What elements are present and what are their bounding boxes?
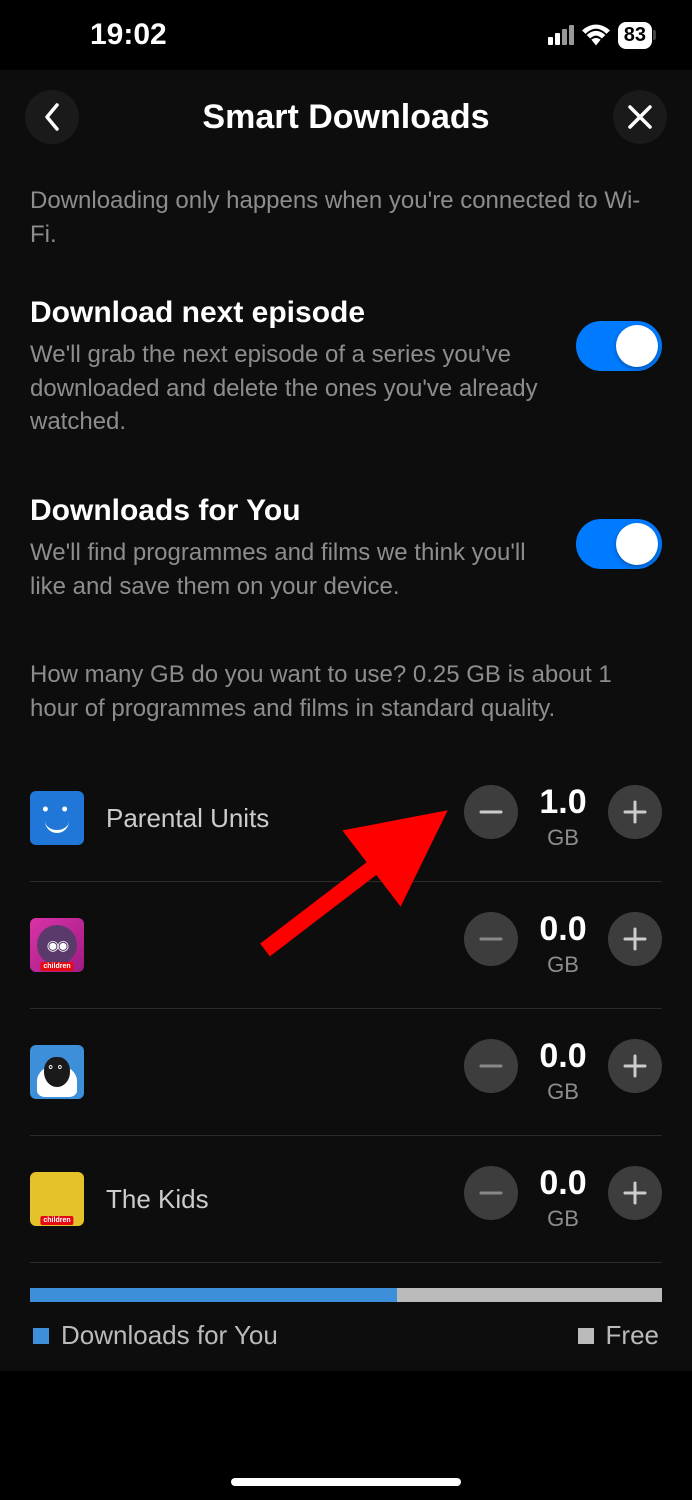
profile-name: Parental Units xyxy=(106,803,464,834)
minus-icon xyxy=(476,1178,506,1208)
storage-unit: GB xyxy=(547,1079,579,1105)
profile-row: children 0.0 GB xyxy=(30,882,662,1009)
storage-legend: Downloads for You Free xyxy=(30,1320,662,1351)
profile-avatar xyxy=(30,791,84,845)
legend-downloads-label: Downloads for You xyxy=(61,1320,278,1351)
status-bar: 19:02 83 xyxy=(0,0,692,70)
storage-unit: GB xyxy=(547,952,579,978)
next-episode-title: Download next episode xyxy=(30,296,546,330)
wifi-icon xyxy=(582,24,610,46)
status-icons: 83 xyxy=(548,22,652,49)
decrease-button[interactable] xyxy=(464,785,518,839)
storage-unit: GB xyxy=(547,1206,579,1232)
storage-used-segment xyxy=(30,1288,397,1302)
downloads-for-you-section: Downloads for You We'll find programmes … xyxy=(30,494,662,603)
battery-indicator: 83 xyxy=(618,22,652,49)
for-you-desc: We'll find programmes and films we think… xyxy=(30,536,546,603)
close-icon xyxy=(627,104,653,130)
plus-icon xyxy=(620,1178,650,1208)
profile-avatar xyxy=(30,1045,84,1099)
back-button[interactable] xyxy=(25,90,79,144)
storage-progress-bar xyxy=(30,1288,662,1302)
legend-downloads: Downloads for You xyxy=(33,1320,278,1351)
minus-icon xyxy=(476,924,506,954)
storage-value: 0.0 xyxy=(539,1166,586,1200)
decrease-button[interactable] xyxy=(464,1166,518,1220)
legend-free-label: Free xyxy=(606,1320,659,1351)
page-header: Smart Downloads xyxy=(0,70,692,164)
profile-avatar: children xyxy=(30,918,84,972)
increase-button[interactable] xyxy=(608,1166,662,1220)
status-time: 19:02 xyxy=(90,18,167,52)
next-episode-toggle[interactable] xyxy=(576,321,662,371)
profile-name: The Kids xyxy=(106,1184,464,1215)
increase-button[interactable] xyxy=(608,912,662,966)
decrease-button[interactable] xyxy=(464,912,518,966)
storage-value: 0.0 xyxy=(539,1039,586,1073)
plus-icon xyxy=(620,1051,650,1081)
next-episode-desc: We'll grab the next episode of a series … xyxy=(30,338,546,439)
legend-swatch-blue xyxy=(33,1328,49,1344)
storage-stepper: 0.0 GB xyxy=(464,1039,662,1105)
plus-icon xyxy=(620,797,650,827)
profile-row: children The Kids 0.0 GB xyxy=(30,1136,662,1263)
increase-button[interactable] xyxy=(608,1039,662,1093)
storage-bar-container: Downloads for You Free xyxy=(30,1288,662,1351)
legend-swatch-gray xyxy=(578,1328,594,1344)
page-title: Smart Downloads xyxy=(202,98,489,137)
for-you-title: Downloads for You xyxy=(30,494,546,528)
content-area: Downloading only happens when you're con… xyxy=(0,164,692,1371)
home-indicator[interactable] xyxy=(231,1478,461,1486)
storage-stepper: 0.0 GB xyxy=(464,912,662,978)
wifi-info-text: Downloading only happens when you're con… xyxy=(30,184,662,251)
download-next-episode-section: Download next episode We'll grab the nex… xyxy=(30,296,662,439)
profile-row: 0.0 GB xyxy=(30,1009,662,1136)
chevron-left-icon xyxy=(42,102,62,132)
storage-stepper: 1.0 GB xyxy=(464,785,662,851)
storage-unit: GB xyxy=(547,825,579,851)
storage-stepper: 0.0 GB xyxy=(464,1166,662,1232)
storage-value: 0.0 xyxy=(539,912,586,946)
cellular-signal-icon xyxy=(548,25,574,45)
profile-row: Parental Units 1.0 GB xyxy=(30,755,662,882)
profile-avatar: children xyxy=(30,1172,84,1226)
storage-value: 1.0 xyxy=(539,785,586,819)
minus-icon xyxy=(476,797,506,827)
decrease-button[interactable] xyxy=(464,1039,518,1093)
minus-icon xyxy=(476,1051,506,1081)
legend-free: Free xyxy=(578,1320,659,1351)
increase-button[interactable] xyxy=(608,785,662,839)
for-you-toggle[interactable] xyxy=(576,519,662,569)
storage-prompt: How many GB do you want to use? 0.25 GB … xyxy=(30,658,662,725)
close-button[interactable] xyxy=(613,90,667,144)
plus-icon xyxy=(620,924,650,954)
